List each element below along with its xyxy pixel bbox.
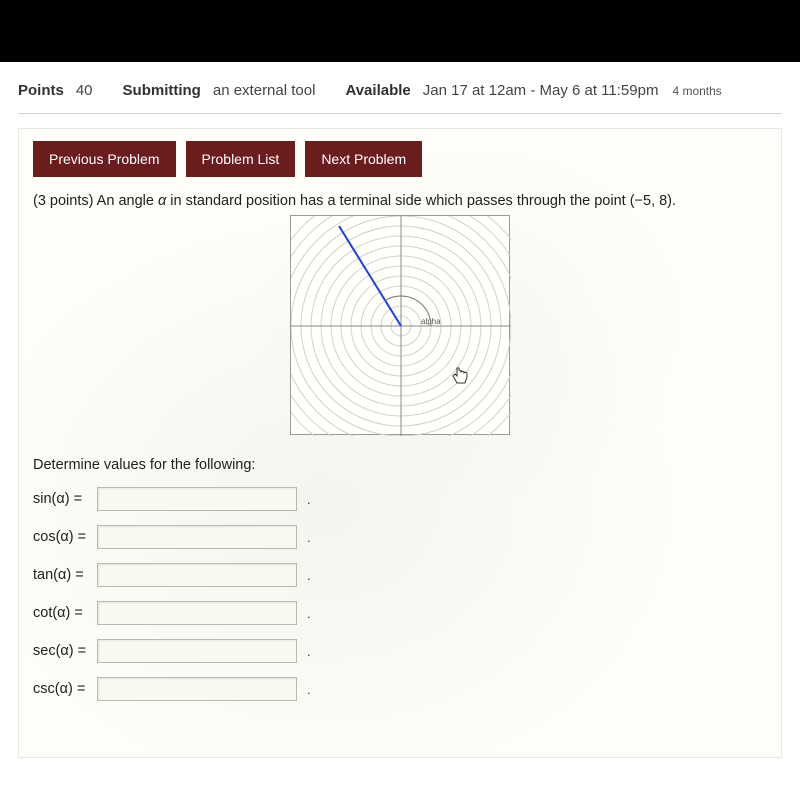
sin-input[interactable] (97, 487, 297, 511)
cos-row: cos(α) = . (33, 525, 767, 549)
csc-label: csc(α) = (33, 681, 97, 697)
sec-input[interactable] (97, 639, 297, 663)
cos-label: cos(α) = (33, 529, 97, 545)
cos-period: . (307, 530, 311, 545)
question-alpha: α (158, 193, 166, 209)
window-top-blackbar (0, 0, 800, 62)
points-value: 40 (76, 82, 93, 99)
tan-period: . (307, 568, 311, 583)
tan-row: tan(α) = . (33, 563, 767, 587)
points-label: Points (18, 82, 64, 99)
csc-input[interactable] (97, 677, 297, 701)
page-content: Points 40 Submitting an external tool Av… (0, 62, 800, 800)
question-part2: in standard position has a terminal side… (166, 193, 676, 209)
graph-angle-label: alpha (421, 317, 441, 326)
available-label: Available (345, 82, 410, 99)
question-text: (3 points) An angle α in standard positi… (33, 193, 767, 209)
problem-nav: Previous Problem Problem List Next Probl… (33, 141, 767, 177)
next-problem-button[interactable]: Next Problem (305, 141, 422, 177)
sec-label: sec(α) = (33, 643, 97, 659)
angle-graph[interactable]: alpha (290, 215, 510, 435)
submitting-value: an external tool (213, 82, 316, 99)
tan-input[interactable] (97, 563, 297, 587)
tan-label: tan(α) = (33, 567, 97, 583)
submitting-label: Submitting (123, 82, 201, 99)
determine-prompt: Determine values for the following: (33, 457, 767, 473)
sec-period: . (307, 644, 311, 659)
assignment-meta-row: Points 40 Submitting an external tool Av… (18, 76, 782, 114)
available-duration: 4 months (672, 84, 721, 98)
sec-row: sec(α) = . (33, 639, 767, 663)
sin-row: sin(α) = . (33, 487, 767, 511)
previous-problem-button[interactable]: Previous Problem (33, 141, 176, 177)
cos-input[interactable] (97, 525, 297, 549)
csc-period: . (307, 682, 311, 697)
graph-container: alpha (33, 215, 767, 435)
angle-graph-svg: alpha (291, 216, 511, 436)
sin-label: sin(α) = (33, 491, 97, 507)
available-value: Jan 17 at 12am - May 6 at 11:59pm (423, 82, 659, 99)
question-points: (3 points) (33, 193, 93, 209)
problem-panel: Previous Problem Problem List Next Probl… (18, 128, 782, 758)
problem-list-button[interactable]: Problem List (186, 141, 296, 177)
cot-input[interactable] (97, 601, 297, 625)
question-part1: An angle (93, 193, 158, 209)
csc-row: csc(α) = . (33, 677, 767, 701)
cot-label: cot(α) = (33, 605, 97, 621)
cot-row: cot(α) = . (33, 601, 767, 625)
cot-period: . (307, 606, 311, 621)
sin-period: . (307, 492, 311, 507)
